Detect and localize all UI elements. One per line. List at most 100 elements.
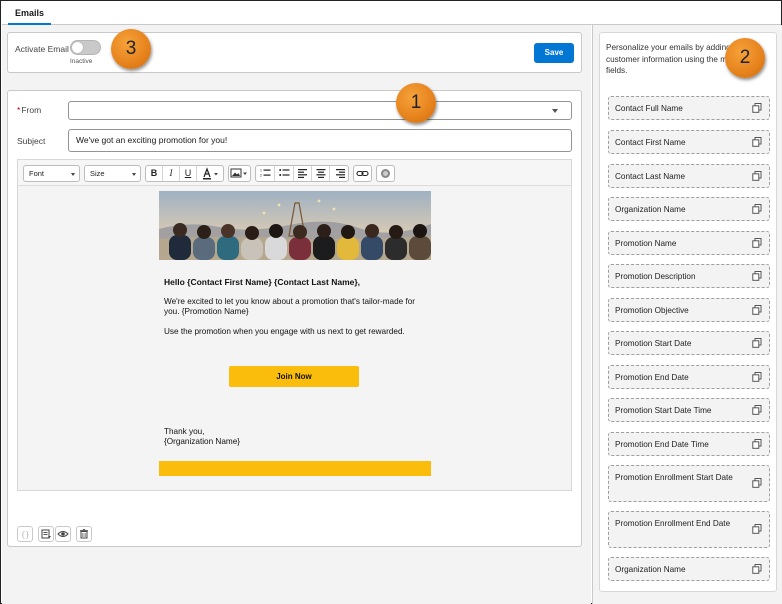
callout-marker-3: 3 [111,29,151,69]
email-greeting: Hello {Contact First Name} {Contact Last… [164,277,361,287]
activate-email-toggle[interactable] [70,40,101,55]
chevron-down-icon [552,109,558,113]
merge-field-label: Promotion Enrollment Start Date [615,473,733,482]
copy-icon[interactable] [752,137,762,147]
link-icon[interactable] [353,165,372,182]
copy-icon[interactable] [752,103,762,113]
copy-icon[interactable] [752,305,762,315]
merge-field-icon[interactable] [38,526,54,542]
font-dropdown-label: Font [29,169,45,178]
text-format-group: B I U [145,165,224,182]
merge-field-label: Contact Last Name [615,172,686,181]
copy-icon[interactable] [752,338,762,348]
paragraph-format-group: 12 [255,165,349,182]
from-label-text: From [21,105,42,115]
rich-text-editor: Font Size B I U 1 2 Hello {Contact First… [17,159,572,491]
email-signoff: Thank you, [164,427,205,436]
required-marker: * [17,105,21,115]
copy-icon[interactable] [752,372,762,382]
email-preview: Hello {Contact First Name} {Contact Last… [159,191,431,477]
activate-email-label: Activate Email [15,44,69,54]
copy-icon[interactable] [752,171,762,181]
copy-icon[interactable] [752,271,762,281]
italic-icon[interactable]: I [163,166,180,181]
copy-icon[interactable] [752,439,762,449]
save-button[interactable]: Save [534,43,574,63]
merge-field-item[interactable]: Promotion Description [608,264,770,288]
size-dropdown-label: Size [90,169,105,178]
join-now-button[interactable]: Join Now [229,366,359,387]
from-select[interactable] [68,101,572,120]
email-footer-bar [159,461,431,476]
numbered-list-icon[interactable]: 12 [256,166,275,181]
merge-field-item[interactable]: Promotion End Date Time [608,432,770,456]
copy-icon[interactable] [752,564,762,574]
underline-icon[interactable]: U [180,166,197,181]
svg-text:{}: {} [21,532,29,540]
merge-field-item[interactable]: Contact First Name [608,130,770,154]
email-paragraph-2: Use the promotion when you engage with u… [164,327,405,336]
svg-text:2: 2 [260,174,262,178]
merge-field-label: Promotion Name [615,239,677,248]
callout-marker-1: 1 [396,83,436,123]
subject-input[interactable]: We've got an exciting promotion for you! [68,129,572,152]
bold-icon[interactable]: B [146,166,163,181]
align-center-icon[interactable] [312,166,330,181]
merge-fields-panel: Personalize your emails by adding custom… [592,25,782,604]
bulleted-list-icon[interactable] [275,166,294,181]
merge-field-item[interactable]: Promotion Enrollment End Date [608,511,770,548]
editor-content-area[interactable]: Hello {Contact First Name} {Contact Last… [19,187,571,490]
toggle-knob [72,42,83,53]
merge-field-label: Promotion Enrollment End Date [615,519,731,528]
merge-field-item[interactable]: Promotion Objective [608,298,770,322]
align-right-icon[interactable] [330,166,349,181]
merge-field-item[interactable]: Promotion Enrollment Start Date [608,465,770,502]
text-color-icon[interactable] [197,166,224,181]
merge-field-label: Contact First Name [615,138,686,147]
size-dropdown[interactable]: Size [84,165,141,182]
merge-field-item[interactable]: Promotion Name [608,231,770,255]
svg-text:1: 1 [260,169,262,173]
merge-fields-card: Personalize your emails by adding custom… [599,32,777,592]
font-dropdown[interactable]: Font [23,165,80,182]
hero-image [159,191,431,260]
callout-marker-2: 2 [725,38,765,78]
copy-icon[interactable] [752,478,762,488]
merge-field-label: Promotion Description [615,272,696,281]
merge-field-item[interactable]: Contact Last Name [608,164,770,188]
chevron-down-icon [132,173,136,176]
merge-field-item[interactable]: Contact Full Name [608,96,770,120]
merge-field-item[interactable]: Organization Name [608,197,770,221]
from-label: *From [17,105,41,115]
merge-field-item[interactable]: Promotion Start Date Time [608,398,770,422]
merge-field-label: Promotion Objective [615,306,689,315]
tab-bar: Emails [2,2,781,25]
copy-icon[interactable] [752,524,762,534]
chevron-down-icon [71,173,75,176]
copy-icon[interactable] [752,238,762,248]
code-icon[interactable]: {} [17,526,33,542]
preview-eye-icon[interactable] [55,526,71,542]
email-signature: {Organization Name} [164,437,241,446]
delete-trash-icon[interactable] [76,526,92,542]
editor-toolbar: Font Size B I U 1 2 [18,160,571,186]
merge-field-label: Promotion Start Date [615,339,692,348]
tab-emails[interactable]: Emails [8,2,52,25]
align-left-icon[interactable] [294,166,312,181]
insert-image-icon[interactable] [228,165,251,182]
merge-field-item[interactable]: Promotion Start Date [608,331,770,355]
clear-formatting-icon[interactable] [376,165,395,182]
copy-icon[interactable] [752,204,762,214]
merge-field-label: Promotion End Date Time [615,440,709,449]
merge-field-label: Organization Name [615,205,686,214]
email-paragraph-1: We're excited to let you know about a pr… [164,297,416,316]
merge-field-label: Promotion Start Date Time [615,406,712,415]
merge-field-label: Contact Full Name [615,104,683,113]
copy-icon[interactable] [752,405,762,415]
merge-field-item[interactable]: Organization Name [608,557,770,581]
email-editor-card: *From Subject We've got an exciting prom… [7,90,582,547]
activate-email-card: Activate Email Inactive Save [7,32,582,73]
merge-field-item[interactable]: Promotion End Date [608,365,770,389]
merge-field-label: Organization Name [615,565,686,574]
app-window: Emails Activate Email Inactive Save *Fro… [0,0,782,604]
